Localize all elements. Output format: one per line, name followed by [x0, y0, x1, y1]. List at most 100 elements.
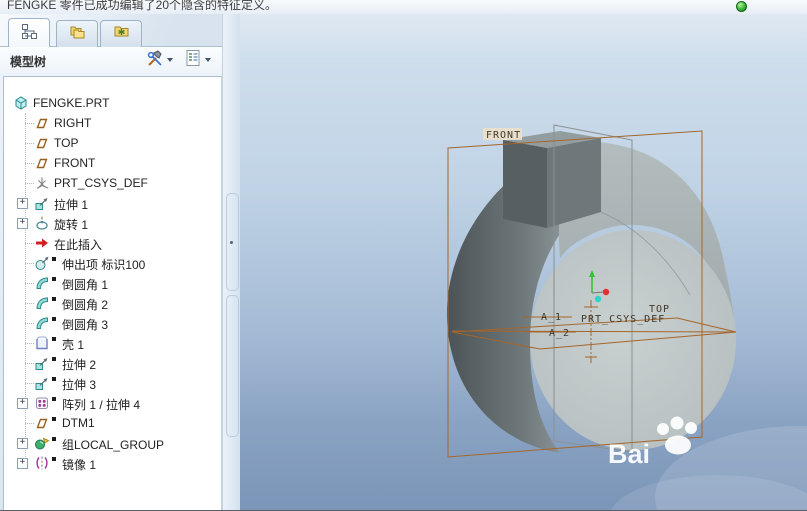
cad-application-window: FENGKE 零件已成功编辑了20个隐含的特征定义。 模型树 FENGKE.PR… [0, 0, 807, 511]
tree-connector-stub [25, 383, 34, 384]
navigator-tab-strip [0, 14, 240, 48]
tree-item-label: 伸出项 标识100 [62, 258, 146, 272]
favorites-tab[interactable] [100, 20, 142, 47]
csys-label[interactable]: PRT_CSYS_DEF [581, 314, 665, 325]
panel-splitter[interactable] [222, 14, 240, 510]
mirror-icon [34, 455, 50, 471]
model-tree: FENGKE.PRT RIGHT TOP FRONT PRT_CSYS_DEF + 拉伸 1… [3, 76, 222, 510]
shell-icon [34, 335, 50, 351]
tree-connector-stub [25, 263, 34, 264]
tree-item-label: 壳 1 [62, 338, 85, 352]
feature-note-marker [52, 337, 56, 341]
folder-browser-icon [69, 23, 86, 45]
expand-plus-icon[interactable]: + [17, 438, 28, 449]
tree-item[interactable]: FENGKE.PRT [4, 93, 221, 113]
tree-item[interactable]: RIGHT [4, 113, 221, 133]
datum-icon [34, 135, 50, 151]
extrude-icon [34, 195, 50, 211]
tree-display-button[interactable] [184, 49, 211, 70]
model-tree-icon [21, 23, 38, 45]
round-icon [34, 315, 50, 331]
tree-item-label: 阵列 1 / 拉伸 4 [62, 398, 141, 412]
tree-item-label: 倒圆角 1 [62, 278, 109, 292]
green-regenerate-ball-icon[interactable] [736, 1, 747, 12]
model-tree-tab[interactable] [8, 18, 50, 48]
folder-browser-tab[interactable] [56, 20, 98, 47]
tree-item-label: 拉伸 3 [62, 378, 97, 392]
feature-note-marker [52, 437, 56, 441]
graphics-area[interactable]: FRONT TOP PRT_CSYS_DEF A_1 A_2 Bai [240, 14, 807, 510]
tree-item-label: 拉伸 1 [54, 198, 89, 212]
tree-item[interactable]: TOP [4, 133, 221, 153]
feature-note-marker [52, 257, 56, 261]
tree-item[interactable]: PRT_CSYS_DEF [4, 173, 221, 193]
navigator-panel: 模型树 FENGKE.PRT RIGHT TOP FRONT PRT_CSYS_DEF +… [0, 14, 240, 510]
tree-connector-stub [25, 323, 34, 324]
tree-item[interactable]: + 拉伸 1 [4, 193, 221, 213]
front-plane-label[interactable]: FRONT [486, 130, 521, 141]
tree-connector-stub [25, 363, 34, 364]
axis-2-label[interactable]: A_2 [549, 328, 570, 339]
tree-item[interactable]: 倒圆角 1 [4, 273, 221, 293]
tree-connector-stub [25, 303, 34, 304]
tree-item-label: 倒圆角 2 [62, 298, 109, 312]
feature-note-marker [52, 457, 56, 461]
favorites-folder-icon [113, 23, 130, 45]
status-message-bar: FENGKE 零件已成功编辑了20个隐含的特征定义。 [0, 0, 807, 15]
tree-item-label: PRT_CSYS_DEF [54, 176, 148, 190]
part-icon [13, 95, 29, 111]
model-tree-title: 模型树 [10, 55, 47, 69]
feature-note-marker [52, 317, 56, 321]
feature-note-marker [52, 277, 56, 281]
splitter-scrollbar[interactable] [226, 295, 239, 437]
tree-connector-stub [25, 283, 34, 284]
status-message: FENGKE 零件已成功编辑了20个隐含的特征定义。 [7, 0, 278, 12]
datum-icon [34, 115, 50, 131]
tree-item[interactable]: 拉伸 2 [4, 353, 221, 373]
round-icon [34, 295, 50, 311]
expand-plus-icon[interactable]: + [17, 198, 28, 209]
tree-connector-stub [25, 163, 34, 164]
datum-icon [34, 155, 50, 171]
expand-plus-icon[interactable]: + [17, 458, 28, 469]
tree-item-label: 旋转 1 [54, 218, 89, 232]
tree-item[interactable]: FRONT [4, 153, 221, 173]
expand-plus-icon[interactable]: + [17, 218, 28, 229]
tree-item-label: 拉伸 2 [62, 358, 97, 372]
tree-settings-button[interactable] [146, 49, 173, 72]
csys-icon [34, 175, 50, 191]
tree-item-label: 倒圆角 3 [62, 318, 109, 332]
axis-1-label[interactable]: A_1 [541, 312, 562, 323]
tree-item[interactable]: 壳 1 [4, 333, 221, 353]
feature-note-marker [52, 417, 56, 421]
round-icon [34, 275, 50, 291]
tree-item[interactable]: + 旋转 1 [4, 213, 221, 233]
hammer-wrench-icon [146, 49, 164, 72]
tree-item[interactable]: + 镜像 1 [4, 453, 221, 473]
tree-item-label: FRONT [54, 156, 96, 170]
splitter-handle-dot[interactable] [230, 241, 233, 244]
tree-item-label: FENGKE.PRT [33, 96, 110, 110]
tree-connector-stub [25, 183, 34, 184]
extrude-icon [34, 375, 50, 391]
pattern-icon [34, 395, 50, 411]
watermark-text: Bai [608, 439, 650, 469]
feature-note-marker [52, 397, 56, 401]
feature-note-marker [52, 357, 56, 361]
tree-item[interactable]: 倒圆角 2 [4, 293, 221, 313]
tree-item[interactable]: DTM1 [4, 413, 221, 433]
tree-item-label: 镜像 1 [62, 458, 97, 472]
tree-item-label: DTM1 [62, 416, 95, 430]
datum-icon [34, 415, 50, 431]
feature-note-marker [52, 377, 56, 381]
insert-icon [34, 235, 50, 251]
tree-connector-stub [25, 143, 34, 144]
tree-item[interactable]: + 组LOCAL_GROUP [4, 433, 221, 453]
tree-item[interactable]: + 阵列 1 / 拉伸 4 [4, 393, 221, 413]
feature-note-marker [52, 297, 56, 301]
tree-item[interactable]: 伸出项 标识100 [4, 253, 221, 273]
expand-plus-icon[interactable]: + [17, 398, 28, 409]
tree-item[interactable]: 倒圆角 3 [4, 313, 221, 333]
tree-item[interactable]: 拉伸 3 [4, 373, 221, 393]
tree-item[interactable]: 在此插入 [4, 233, 221, 253]
